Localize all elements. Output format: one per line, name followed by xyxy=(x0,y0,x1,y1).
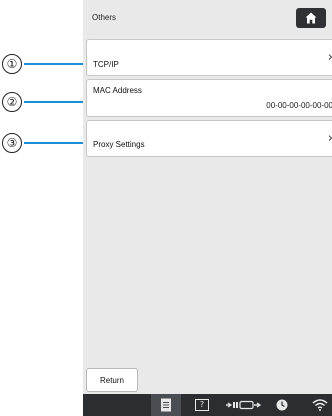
row-label: Proxy Settings xyxy=(93,140,145,149)
home-button[interactable] xyxy=(296,8,326,28)
callout-line xyxy=(24,101,84,103)
help-glyph: ? xyxy=(199,400,205,409)
callout-line xyxy=(24,63,84,65)
row-label: TCP/IP xyxy=(93,60,119,69)
chevron-right-icon: › xyxy=(328,50,332,66)
callout-line xyxy=(24,142,84,144)
mac-address-value: 00-00-00-00-00-00 xyxy=(266,101,332,110)
top-bar: Others xyxy=(83,0,332,36)
callout-number: ② xyxy=(2,92,22,112)
callout-number: ③ xyxy=(2,133,22,153)
home-icon xyxy=(305,12,317,24)
clock-icon[interactable] xyxy=(276,399,288,411)
device-screen: Others TCP/IP › MAC Address 00-00-00-00-… xyxy=(83,0,332,416)
row-proxy-settings[interactable]: Proxy Settings › xyxy=(86,120,332,157)
return-button[interactable]: Return xyxy=(86,368,138,392)
callout-number: ① xyxy=(2,54,22,74)
row-mac-address: MAC Address 00-00-00-00-00-00 xyxy=(86,79,332,117)
page-title: Others xyxy=(92,13,117,22)
connection-icon[interactable] xyxy=(225,400,263,410)
help-icon[interactable]: ? xyxy=(195,399,209,411)
wifi-icon[interactable] xyxy=(312,399,328,411)
row-tcpip[interactable]: TCP/IP › xyxy=(86,39,332,76)
chevron-right-icon: › xyxy=(328,131,332,147)
row-label: MAC Address xyxy=(93,86,142,95)
document-icon[interactable] xyxy=(160,398,172,412)
status-bar: ? xyxy=(83,394,332,416)
